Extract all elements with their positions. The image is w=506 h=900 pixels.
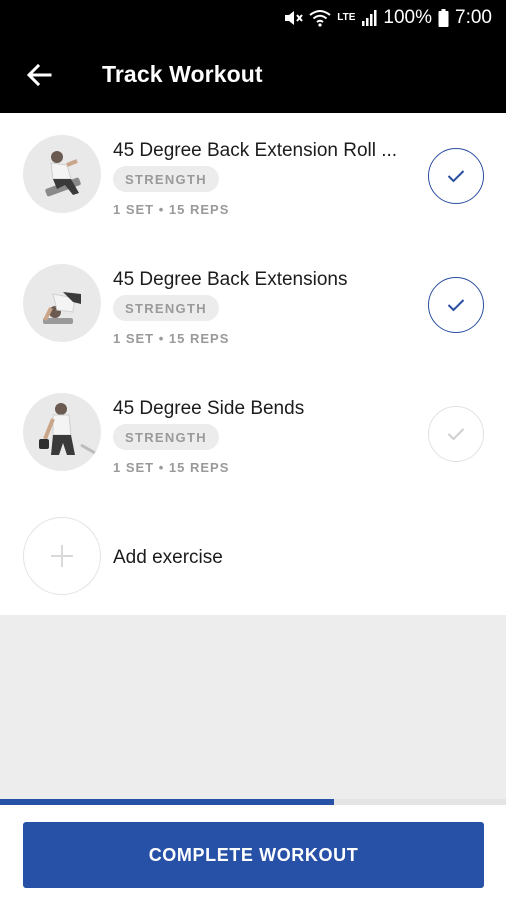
exercise-name: 45 Degree Side Bends <box>113 398 305 419</box>
clock: 7:00 <box>455 7 492 28</box>
add-exercise-button[interactable]: Add exercise <box>0 517 506 599</box>
sets-reps: 1 SET • 15 REPS <box>113 202 230 217</box>
exercise-name: 45 Degree Back Extensions <box>113 269 348 290</box>
complete-workout-button[interactable]: COMPLETE WORKOUT <box>23 822 484 888</box>
exercise-thumbnail <box>23 264 101 342</box>
add-exercise-label: Add exercise <box>113 547 223 568</box>
empty-area <box>0 615 506 799</box>
status-bar: LTE 100% 7:00 <box>0 0 506 36</box>
exercise-row[interactable]: 45 Degree Side Bends STRENGTH 1 SET • 15… <box>0 371 506 500</box>
footer: COMPLETE WORKOUT <box>0 805 506 900</box>
lte-icon: LTE <box>337 12 356 23</box>
battery-icon <box>438 8 449 28</box>
exercise-list: 45 Degree Back Extension Roll ... STRENG… <box>0 113 506 615</box>
mute-icon <box>283 8 304 28</box>
check-icon <box>447 299 465 312</box>
arrow-left-icon <box>26 63 52 86</box>
category-tag: STRENGTH <box>113 424 219 450</box>
back-button[interactable] <box>0 36 78 113</box>
category-tag: STRENGTH <box>113 295 219 321</box>
sets-reps: 1 SET • 15 REPS <box>113 331 230 346</box>
complete-toggle[interactable] <box>428 148 484 204</box>
plus-icon <box>51 545 73 567</box>
exercise-name: 45 Degree Back Extension Roll ... <box>113 140 398 161</box>
app-bar: Track Workout <box>0 36 506 113</box>
exercise-thumbnail <box>23 393 101 471</box>
wifi-icon <box>309 8 331 28</box>
check-icon <box>447 170 465 183</box>
category-tag: STRENGTH <box>113 166 219 192</box>
signal-icon <box>361 8 377 28</box>
exercise-row[interactable]: 45 Degree Back Extensions STRENGTH 1 SET… <box>0 242 506 371</box>
page-title: Track Workout <box>102 61 263 87</box>
complete-toggle[interactable] <box>428 277 484 333</box>
exercise-thumbnail <box>23 135 101 213</box>
battery-percent: 100% <box>383 7 433 28</box>
exercise-row[interactable]: 45 Degree Back Extension Roll ... STRENG… <box>0 113 506 242</box>
add-exercise-circle <box>23 517 101 595</box>
sets-reps: 1 SET • 15 REPS <box>113 460 230 475</box>
complete-toggle[interactable] <box>428 406 484 462</box>
check-icon <box>447 428 465 441</box>
